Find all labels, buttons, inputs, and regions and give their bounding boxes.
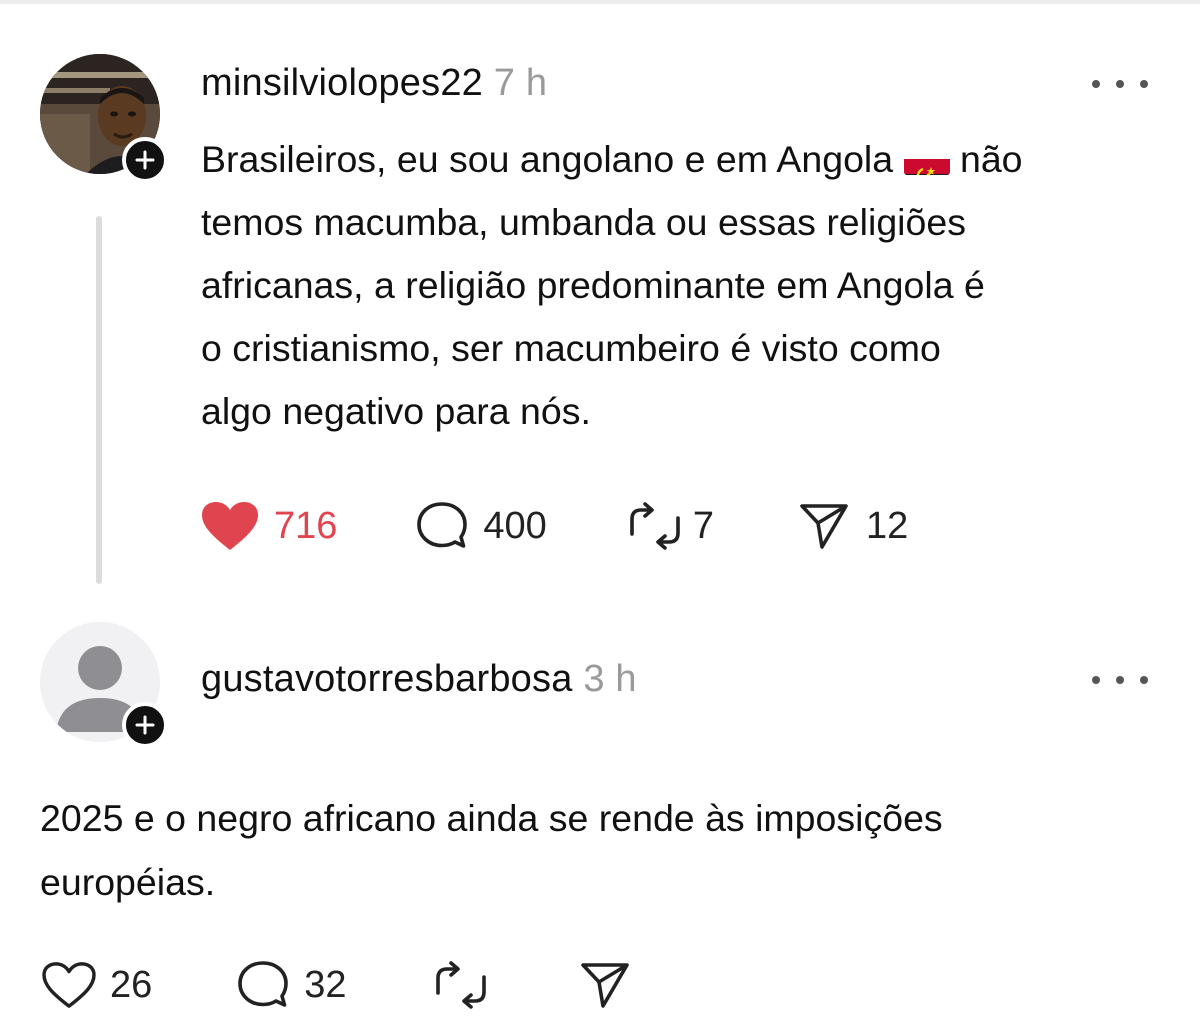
reply-button[interactable]: 400 — [415, 501, 547, 551]
reply-count: 400 — [483, 504, 547, 547]
angola-flag-icon — [903, 145, 950, 175]
text-line: Brasileiros, eu sou angolano e em Angola… — [201, 128, 1023, 191]
more-button[interactable] — [1092, 72, 1148, 96]
share-button[interactable] — [579, 960, 631, 1010]
text-line: africanas, a religião predominante em An… — [201, 264, 985, 306]
action-bar: 26 32 — [40, 960, 631, 1010]
follow-button[interactable] — [122, 137, 168, 183]
like-button[interactable]: 26 — [40, 960, 152, 1010]
comment-icon — [417, 502, 468, 548]
text-line-part: não — [959, 138, 1023, 180]
like-count: 716 — [274, 504, 338, 547]
like-count: 26 — [110, 963, 153, 1006]
send-icon — [580, 963, 629, 1008]
repost-icon — [435, 961, 486, 1009]
more-icon-dot — [1116, 80, 1124, 88]
action-bar: 716 400 7 12 — [200, 500, 908, 552]
text-line-part: Brasileiros, eu sou angolano e em Angola — [201, 138, 894, 180]
repost-button[interactable] — [433, 960, 489, 1010]
share-count: 12 — [865, 504, 909, 547]
username[interactable]: minsilviolopes22 — [201, 62, 483, 104]
post-text: 2025 e o negro africano ainda se rende à… — [40, 786, 943, 914]
text-line: algo negativo para nós. — [201, 390, 591, 432]
more-icon-dot — [1140, 676, 1148, 684]
plus-icon — [135, 715, 155, 735]
plus-icon — [135, 150, 155, 170]
follow-button[interactable] — [122, 702, 168, 748]
post-header: gustavotorresbarbosa 3 h — [201, 658, 637, 701]
username[interactable]: gustavotorresbarbosa — [201, 658, 573, 700]
text-line: 2025 e o negro africano ainda se rende à… — [40, 797, 943, 839]
repost-button[interactable]: 7 — [627, 501, 714, 551]
repost-count: 7 — [692, 504, 714, 547]
more-icon-dot — [1116, 676, 1124, 684]
heart-icon — [42, 962, 96, 1008]
text-line: temos macumba, umbanda ou essas religiõe… — [201, 201, 966, 243]
timestamp: 7 h — [493, 62, 548, 104]
text-line: o cristianismo, ser macumbeiro é visto c… — [201, 327, 941, 369]
reply-button[interactable]: 32 — [236, 960, 347, 1010]
thread-line — [96, 216, 102, 584]
more-icon-dot — [1092, 80, 1100, 88]
reply-count: 32 — [304, 963, 347, 1006]
post-text: Brasileiros, eu sou angolano e em Angola… — [201, 128, 1023, 443]
more-icon-dot — [1140, 80, 1148, 88]
like-button[interactable]: 716 — [200, 500, 337, 552]
send-icon — [800, 504, 848, 549]
more-button[interactable] — [1092, 668, 1148, 692]
text-line: européias. — [40, 861, 216, 903]
timestamp: 3 h — [583, 658, 637, 700]
repost-icon — [630, 502, 680, 550]
heart-icon — [202, 502, 258, 550]
top-divider — [0, 0, 1200, 4]
comment-icon — [238, 961, 289, 1007]
post-header: minsilviolopes22 7 h — [201, 62, 547, 105]
share-button[interactable]: 12 — [798, 501, 908, 551]
more-icon-dot — [1092, 676, 1100, 684]
